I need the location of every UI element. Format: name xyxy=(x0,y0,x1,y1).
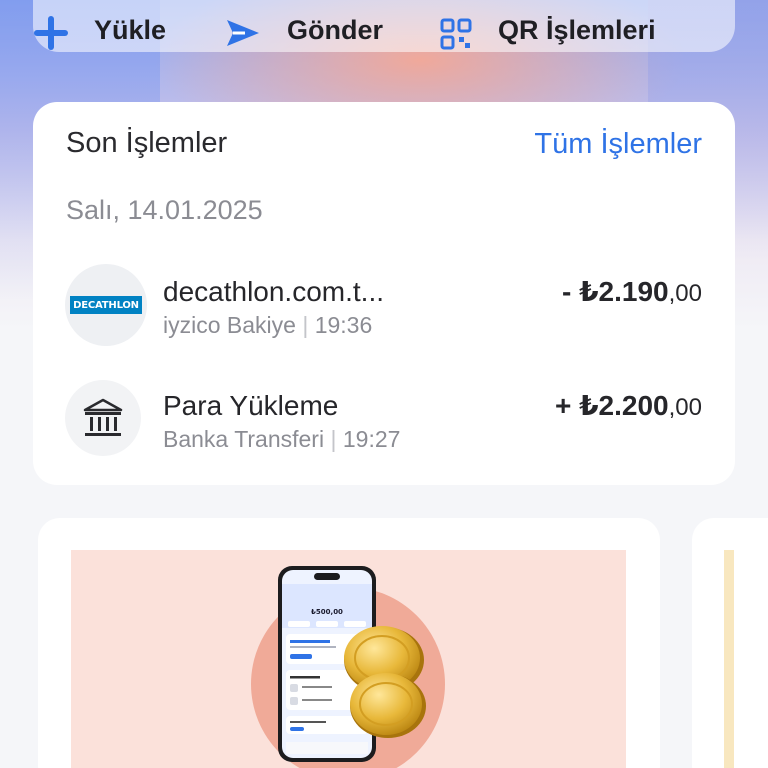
qr-label: QR İşlemleri xyxy=(498,15,656,45)
load-button[interactable]: Yükle xyxy=(34,0,166,50)
amount-main: + ₺2.200 xyxy=(554,390,669,421)
transaction-method: Banka Transferi xyxy=(163,426,325,452)
decathlon-avatar: DECATHLON xyxy=(65,264,147,346)
qr-operations-button[interactable]: QR İşlemleri xyxy=(440,0,656,50)
meta-divider: | xyxy=(302,312,315,338)
amount-decimal: ,00 xyxy=(668,394,702,421)
amount-main: - ₺2.190 xyxy=(561,276,669,307)
promo-banner-next xyxy=(724,550,734,768)
transaction-meta: Banka Transferi | 19:27 xyxy=(163,426,400,453)
plus-icon xyxy=(34,16,68,50)
coins-illustration xyxy=(344,626,426,738)
transaction-method: iyzico Bakiye xyxy=(163,312,296,338)
send-icon xyxy=(227,20,259,46)
phone-balance: ₺500,00 xyxy=(311,608,343,616)
recent-transactions-title: Son İşlemler xyxy=(66,127,228,159)
transaction-amount: + ₺2.200,00 xyxy=(555,389,702,422)
transaction-merchant: Para Yükleme xyxy=(163,390,339,421)
transaction-meta: iyzico Bakiye | 19:36 xyxy=(163,312,372,339)
amount-decimal: ,00 xyxy=(668,280,702,307)
bank-icon xyxy=(83,398,123,436)
transaction-amount: - ₺2.190,00 xyxy=(562,275,702,308)
transaction-date: Salı, 14.01.2025 xyxy=(66,195,263,225)
all-transactions-link[interactable]: Tüm İşlemler xyxy=(534,128,702,161)
bank-avatar xyxy=(65,380,141,456)
send-label: Gönder xyxy=(287,15,384,45)
transaction-time: 19:27 xyxy=(342,426,401,452)
send-button[interactable]: Gönder xyxy=(225,0,383,50)
transaction-time: 19:36 xyxy=(314,312,373,338)
transaction-merchant: decathlon.com.t... xyxy=(163,276,385,307)
qr-icon xyxy=(440,18,472,50)
decathlon-logo: DECATHLON xyxy=(70,296,142,314)
load-label: Yükle xyxy=(94,15,167,45)
meta-divider: | xyxy=(330,426,343,452)
